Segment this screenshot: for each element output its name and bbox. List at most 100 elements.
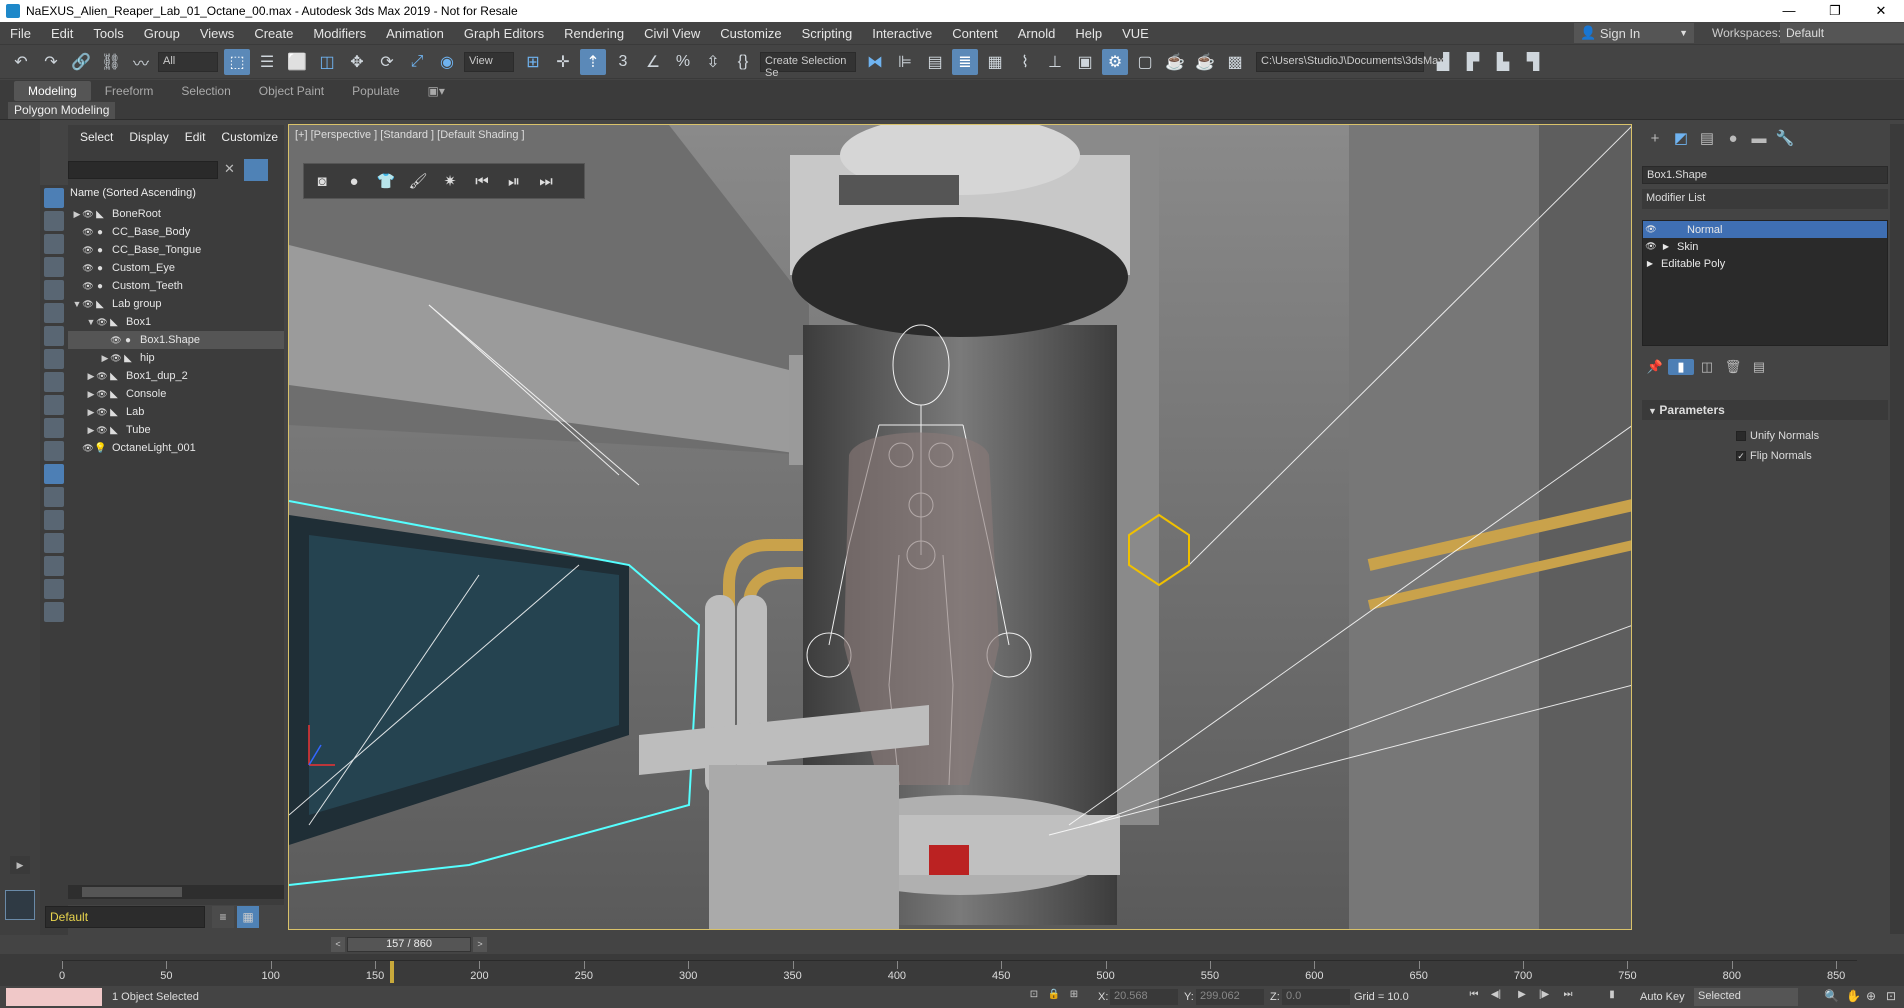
remove-modifier-icon[interactable]: 🗑 — [1720, 359, 1746, 375]
workspace-dropdown[interactable]: Default — [1780, 23, 1904, 43]
menu-arnold[interactable]: Arnold — [1008, 26, 1066, 41]
select-manipulate-icon[interactable]: ✛ — [550, 49, 576, 75]
undo-icon[interactable]: ↶ — [8, 49, 34, 75]
display-containers-icon[interactable] — [44, 418, 64, 438]
menu-tools[interactable]: Tools — [83, 26, 133, 41]
expand-icon[interactable]: ▶ — [100, 353, 110, 364]
object-name-field[interactable]: Box1.Shape — [1642, 166, 1888, 184]
play-keyframe-icon[interactable]: ⏯ — [502, 169, 526, 193]
tree-row[interactable]: 👁 💡 OctaneLight_001 — [68, 439, 284, 457]
expand-icon[interactable]: ▶ — [72, 209, 82, 220]
curve-editor-icon[interactable]: ⌇ — [1012, 49, 1038, 75]
eye-icon[interactable]: 👁 — [82, 245, 94, 256]
go-to-end-icon[interactable]: ⏭ — [1560, 989, 1576, 1000]
edit-named-sel-icon[interactable]: {} — [730, 49, 756, 75]
funnel-icon[interactable] — [44, 579, 64, 599]
stack-item[interactable]: ▶ Editable Poly — [1643, 255, 1887, 272]
eye-icon[interactable]: 👁 — [96, 371, 108, 382]
display-all-icon[interactable] — [44, 188, 64, 208]
ref-coord-dropdown[interactable]: View — [464, 51, 514, 72]
display-shapes-icon[interactable] — [44, 234, 64, 254]
tree-row[interactable]: ▼ 👁 ◣ Lab group — [68, 295, 284, 313]
link-icon[interactable]: 🔗 — [68, 49, 94, 75]
rotate-icon[interactable]: ⟳ — [374, 49, 400, 75]
flip-normals-checkbox[interactable]: ✓ Flip Normals — [1736, 450, 1812, 462]
eye-icon[interactable]: 👁 — [110, 335, 122, 346]
unify-normals-checkbox[interactable]: Unify Normals — [1736, 430, 1819, 442]
tree-row[interactable]: 👁 ● Custom_Eye — [68, 259, 284, 277]
mini-viewport-icon[interactable] — [5, 890, 35, 920]
menu-interactive[interactable]: Interactive — [862, 26, 942, 41]
ribbon-tab-modeling[interactable]: Modeling — [14, 81, 91, 101]
pan-icon[interactable]: ✋ — [1846, 989, 1861, 1003]
menu-file[interactable]: File — [0, 26, 41, 41]
explorer-scrollbar[interactable] — [68, 885, 284, 899]
play-icon[interactable]: ▶ — [1514, 989, 1530, 1000]
material-editor-icon[interactable]: ▣ — [1072, 49, 1098, 75]
menu-animation[interactable]: Animation — [376, 26, 454, 41]
sparkle-icon[interactable]: ✷ — [438, 169, 462, 193]
toggle-scene-explorer-icon[interactable]: ▤ — [922, 49, 948, 75]
menu-civil-view[interactable]: Civil View — [634, 26, 710, 41]
redo-icon[interactable]: ↷ — [38, 49, 64, 75]
rendered-frame-icon[interactable]: ▢ — [1132, 49, 1158, 75]
display-groups-icon[interactable] — [44, 349, 64, 369]
display-spacewarps-icon[interactable] — [44, 326, 64, 346]
placement-icon[interactable]: ◉ — [434, 49, 460, 75]
select-object-icon[interactable]: ⬚ — [224, 48, 250, 75]
track-bar[interactable]: 0 50 100 150 200 250 300 350 400 450 500 550 600 650 7… — [0, 954, 1904, 986]
eye-icon[interactable]: 👁 — [82, 263, 94, 274]
pivot-icon[interactable]: ⊞ — [520, 49, 546, 75]
maximize-button[interactable]: ❐ — [1812, 3, 1858, 19]
current-frame-marker[interactable] — [389, 961, 394, 983]
shirt-icon[interactable]: 👕 — [374, 169, 398, 193]
expand-icon[interactable]: ▼ — [86, 317, 96, 327]
tree-row[interactable]: ▶ 👁 ◣ hip — [68, 349, 284, 367]
tree-row[interactable]: 👁 ● Box1.Shape — [68, 331, 284, 349]
create-tab-icon[interactable]: + — [1642, 130, 1668, 147]
expand-icon[interactable]: ▶ — [1643, 259, 1657, 268]
key-mode-dropdown[interactable]: Selected — [1694, 988, 1798, 1006]
move-icon[interactable]: ✥ — [344, 49, 370, 75]
project-save-icon[interactable]: ▜ — [1520, 49, 1546, 75]
explorer-menu-customize[interactable]: Customize — [215, 130, 288, 144]
go-to-start-icon[interactable]: ⏮ — [1466, 989, 1482, 1000]
layers-icon[interactable]: ≡ — [212, 906, 234, 928]
stack-item[interactable]: 👁 Normal — [1643, 221, 1887, 238]
tree-row[interactable]: ▶ 👁 ◣ Box1_dup_2 — [68, 367, 284, 385]
eye-icon[interactable]: 👁 — [82, 209, 94, 220]
checkbox-box[interactable]: ✓ — [1736, 451, 1746, 461]
display-helpers-icon[interactable] — [44, 303, 64, 323]
rect-selection-icon[interactable]: ⬜ — [284, 49, 310, 75]
set-key-icon[interactable]: ▮ — [1604, 989, 1620, 1000]
scroll-thumb[interactable] — [82, 887, 182, 897]
isolate-selection-icon[interactable]: ⊡ — [1026, 989, 1042, 1000]
angle-snap-icon[interactable]: ∠ — [640, 49, 666, 75]
absolute-mode-icon[interactable]: ⊞ — [1066, 989, 1082, 1000]
menu-graph-editors[interactable]: Graph Editors — [454, 26, 554, 41]
expand-icon[interactable]: ▶ — [1659, 242, 1673, 251]
display-tab-icon[interactable]: ▬ — [1746, 130, 1772, 147]
tree-row[interactable]: ▶ 👁 ◣ BoneRoot — [68, 205, 284, 223]
menu-rendering[interactable]: Rendering — [554, 26, 634, 41]
toggle-ribbon-icon[interactable]: ▦ — [982, 49, 1008, 75]
ribbon-tab-object-paint[interactable]: Object Paint — [245, 81, 338, 101]
pin-stack-icon[interactable]: 📌 — [1642, 359, 1668, 375]
tree-row[interactable]: ▶ 👁 ◣ Lab — [68, 403, 284, 421]
keyboard-shortcut-icon[interactable]: ⇡ — [580, 48, 606, 75]
project-open-icon[interactable]: ▙ — [1490, 49, 1516, 75]
eye-icon[interactable]: 👁 — [96, 425, 108, 436]
spinner-snap-icon[interactable]: ⇳ — [700, 49, 726, 75]
clear-search-icon[interactable]: ✕ — [224, 161, 240, 179]
select-by-name-icon[interactable]: ☰ — [254, 49, 280, 75]
expand-icon[interactable]: ▶ — [86, 407, 96, 418]
display-cameras-icon[interactable] — [44, 280, 64, 300]
modifier-list-dropdown[interactable]: Modifier List — [1642, 189, 1888, 209]
project-new-icon[interactable]: ▛ — [1460, 49, 1486, 75]
eye-icon[interactable]: 👁 — [82, 227, 94, 238]
time-slider[interactable]: 157 / 860 — [347, 937, 471, 952]
project-folder-icon[interactable]: ▟ — [1430, 49, 1456, 75]
eye-icon[interactable]: 👁 — [1643, 224, 1659, 235]
explorer-search-input[interactable] — [68, 161, 218, 179]
render-production-icon[interactable]: ☕ — [1162, 49, 1188, 75]
